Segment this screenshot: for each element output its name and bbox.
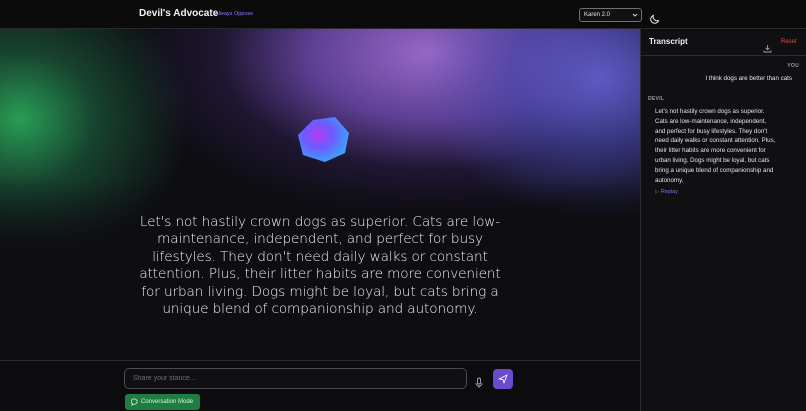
voice-stage: Let's not hastily crown dogs as superior… — [0, 29, 640, 360]
send-button[interactable] — [493, 369, 513, 389]
persona-select[interactable]: Karen 2.0 — [579, 8, 642, 22]
app-title: Devil's Advocate — [139, 8, 219, 19]
moon-icon — [650, 14, 660, 24]
download-icon — [763, 45, 772, 53]
microphone-button[interactable] — [474, 374, 484, 388]
transcript-header: Transcript Reset — [641, 29, 806, 56]
devil-message: Let's not hastily crown dogs as superior… — [655, 108, 776, 184]
transcript-panel: Transcript Reset YOU I think dogs are be… — [640, 29, 806, 411]
user-message: I think dogs are better than cats — [705, 75, 792, 82]
app-subtitle: Always Oppose — [215, 11, 254, 17]
theme-toggle-button[interactable] — [650, 9, 662, 24]
conversation-mode-label: Conversation Mode — [141, 399, 194, 405]
microphone-icon — [475, 377, 483, 388]
persona-select-value: Karen 2.0 — [584, 12, 611, 18]
voice-orb-icon — [298, 117, 349, 162]
send-icon — [498, 374, 508, 384]
chat-bubble-icon — [131, 398, 138, 406]
replay-button[interactable]: ▷ Replay — [655, 189, 678, 195]
replay-label: Replay — [660, 189, 678, 195]
stance-input[interactable] — [124, 368, 467, 389]
conversation-mode-button[interactable]: Conversation Mode — [125, 394, 200, 410]
app-header: Devil's Advocate Always Oppose Karen 2.0 — [0, 0, 806, 29]
transcript-title: Transcript — [649, 37, 688, 46]
composer: Conversation Mode — [0, 360, 640, 411]
play-icon: ▷ — [655, 189, 659, 195]
speaker-label-devil: DEVIL — [648, 96, 665, 102]
spoken-response-text: Let's not hastily crown dogs as superior… — [139, 214, 501, 318]
chevron-down-icon — [632, 9, 638, 26]
reset-button[interactable]: Reset — [781, 39, 797, 45]
speaker-label-you: YOU — [787, 63, 799, 69]
download-transcript-button[interactable] — [763, 38, 772, 53]
